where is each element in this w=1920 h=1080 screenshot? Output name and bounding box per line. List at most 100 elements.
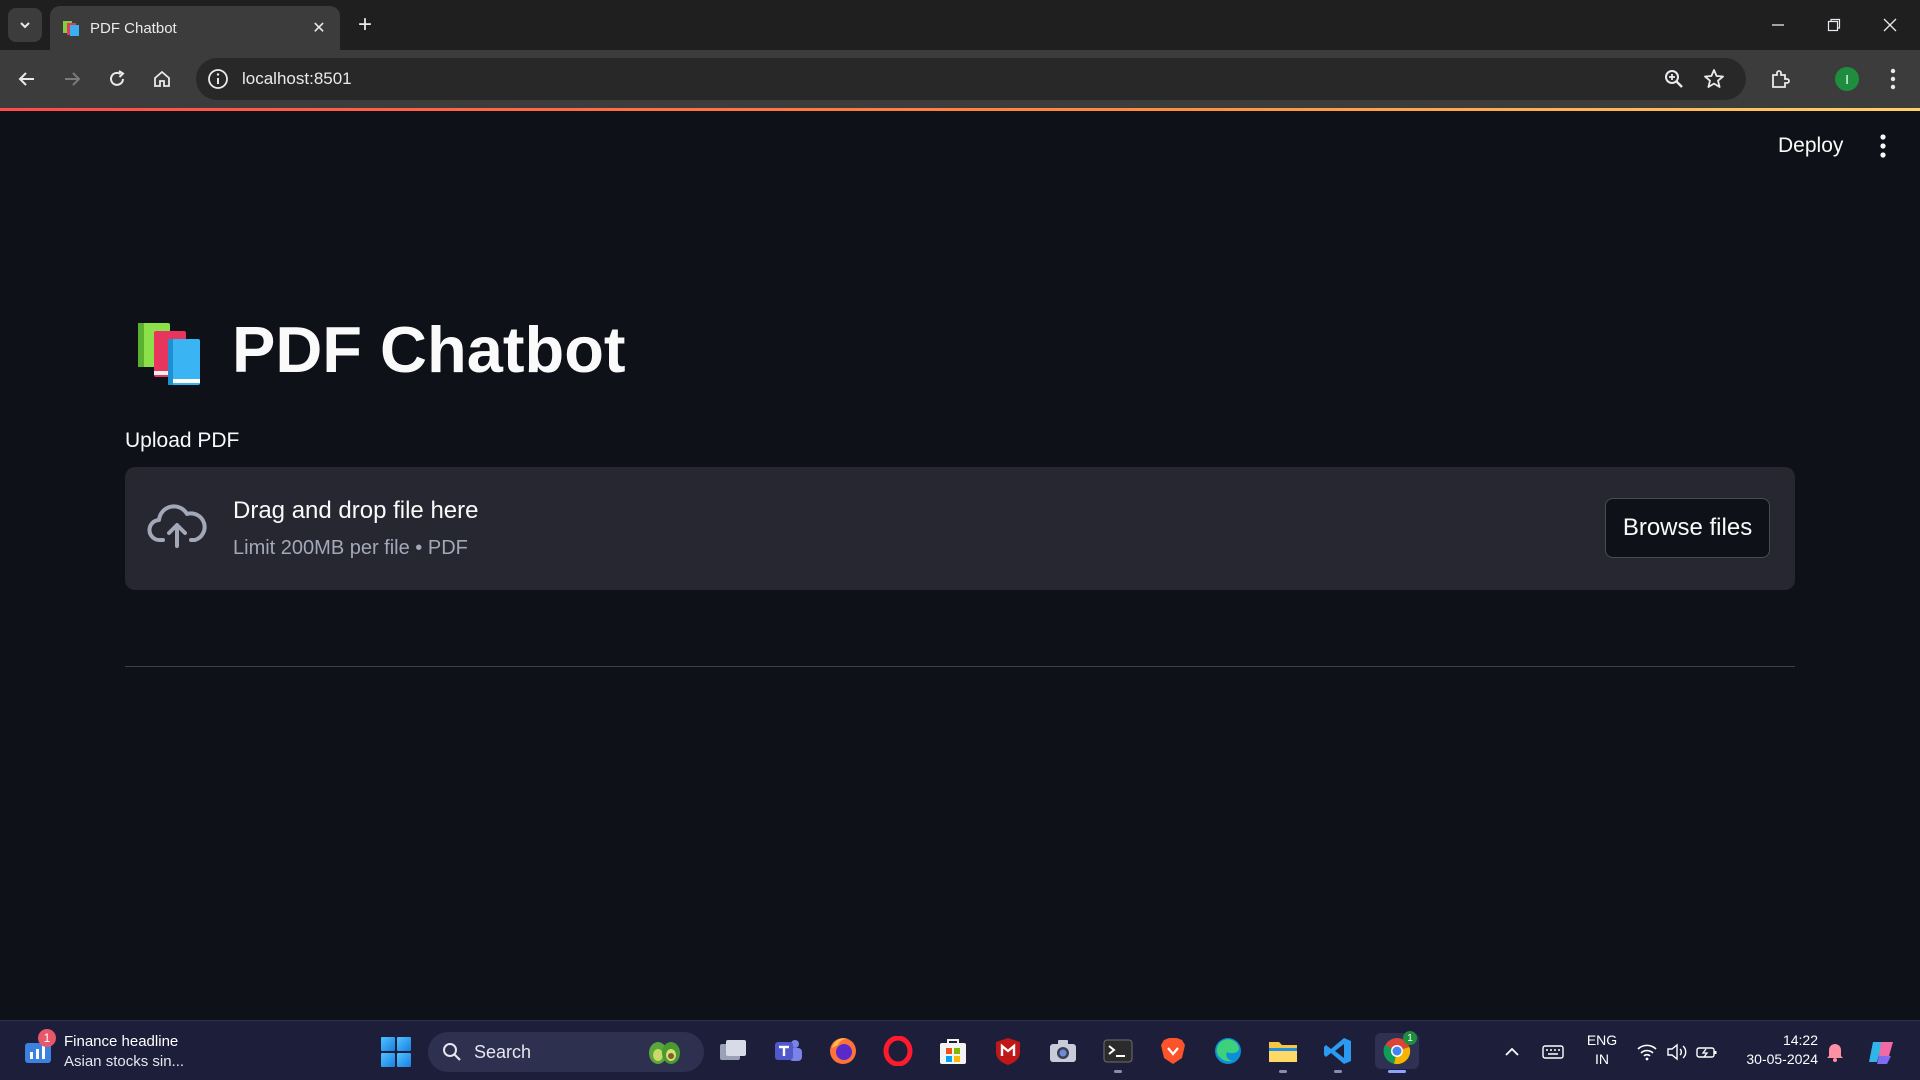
reload-button[interactable] — [99, 61, 135, 97]
teams-icon — [775, 1040, 802, 1061]
active-indicator — [1388, 1070, 1406, 1073]
extensions-button[interactable] — [1767, 65, 1795, 93]
minimize-button[interactable] — [1750, 0, 1806, 50]
wifi-button[interactable] — [1634, 1037, 1660, 1067]
windows-logo-icon — [381, 1037, 395, 1051]
close-tab-icon[interactable]: ✕ — [310, 19, 328, 37]
arrow-left-icon — [18, 72, 34, 86]
browser-toolbar: localhost:8501 I — [0, 50, 1920, 108]
home-icon — [154, 70, 170, 87]
home-button[interactable] — [144, 61, 180, 97]
zoom-icon[interactable] — [1662, 67, 1686, 91]
info-icon[interactable] — [206, 67, 230, 91]
mcafee-shield-icon — [996, 1038, 1020, 1065]
address-bar[interactable]: localhost:8501 — [196, 58, 1746, 100]
file-dropzone[interactable]: Drag and drop file here Limit 200MB per … — [125, 467, 1795, 590]
teams-app[interactable] — [770, 1033, 806, 1069]
restore-button[interactable] — [1806, 0, 1862, 50]
chevron-up-icon — [1505, 1047, 1519, 1056]
news-widget[interactable]: 1 Finance headline Asian stocks sin... — [22, 1029, 202, 1073]
bookmark-star-icon[interactable] — [1702, 67, 1726, 91]
running-indicator — [1334, 1070, 1342, 1073]
minimize-icon — [1772, 24, 1784, 26]
search-icon — [443, 1043, 461, 1061]
dropzone-subtitle: Limit 200MB per file • PDF — [233, 537, 468, 559]
browse-files-button[interactable]: Browse files — [1605, 498, 1770, 558]
bell-icon — [1827, 1044, 1843, 1062]
clock-time: 14:22 — [1782, 1032, 1818, 1048]
browser-tab-active[interactable]: PDF Chatbot ✕ — [50, 6, 340, 50]
brave-app[interactable] — [1155, 1033, 1191, 1069]
show-hidden-icons-button[interactable] — [1500, 1037, 1524, 1067]
opera-app[interactable] — [880, 1033, 916, 1069]
store-icon — [940, 1039, 966, 1064]
task-view-button[interactable] — [715, 1033, 751, 1069]
battery-button[interactable] — [1694, 1037, 1720, 1067]
chrome-app[interactable]: 1 — [1375, 1031, 1419, 1073]
edge-icon — [1215, 1038, 1241, 1064]
running-indicator — [1279, 1070, 1287, 1073]
cloud-upload-icon — [147, 504, 207, 548]
copilot-icon — [1869, 1042, 1893, 1064]
new-tab-button[interactable]: + — [352, 11, 378, 38]
brave-lion-icon — [1161, 1038, 1185, 1064]
upload-label: Upload PDF — [125, 429, 240, 452]
terminal-app[interactable] — [1100, 1033, 1136, 1073]
title-text: PDF Chatbot — [232, 312, 626, 386]
puzzle-icon — [1772, 70, 1790, 88]
copilot-button[interactable] — [1864, 1037, 1900, 1067]
task-view-icon — [720, 1040, 746, 1060]
more-vertical-icon — [1890, 68, 1896, 90]
chrome-badge: 1 — [1403, 1031, 1417, 1045]
speaker-icon — [1667, 1043, 1687, 1061]
vscode-icon — [1324, 1038, 1351, 1064]
file-explorer-app[interactable] — [1265, 1033, 1301, 1073]
profile-button[interactable]: I — [1833, 65, 1861, 93]
reload-icon — [110, 70, 125, 86]
vscode-app[interactable] — [1320, 1033, 1356, 1073]
language-code: ENG — [1586, 1032, 1618, 1048]
camera-app[interactable] — [1045, 1033, 1081, 1069]
back-button[interactable] — [9, 61, 45, 97]
volume-button[interactable] — [1664, 1037, 1690, 1067]
news-subtitle: Asian stocks sin... — [64, 1053, 185, 1070]
mcafee-app[interactable] — [990, 1033, 1026, 1069]
taskbar: 1 Finance headline Asian stocks sin... S… — [0, 1020, 1920, 1080]
chevron-down-icon — [20, 22, 30, 29]
clock[interactable]: 14:22 30-05-2024 — [1734, 1031, 1818, 1069]
close-icon — [1883, 18, 1897, 32]
url-text: localhost:8501 — [242, 69, 352, 88]
edge-app[interactable] — [1210, 1033, 1246, 1069]
wifi-icon — [1637, 1044, 1657, 1061]
folder-icon — [1269, 1042, 1297, 1062]
microsoft-store-app[interactable] — [935, 1033, 971, 1069]
browser-titlebar: PDF Chatbot ✕ + — [0, 0, 1920, 50]
more-vertical-icon — [1880, 134, 1886, 158]
keyboard-button[interactable] — [1538, 1037, 1568, 1067]
books-favicon-icon — [62, 19, 80, 37]
arrow-right-icon — [65, 72, 81, 86]
deploy-button[interactable]: Deploy — [1766, 129, 1855, 163]
start-button[interactable] — [381, 1037, 411, 1067]
avocado-icon — [649, 1042, 680, 1064]
firefox-icon — [830, 1038, 856, 1064]
browser-menu-button[interactable] — [1879, 65, 1907, 93]
app-main: Deploy PDF Chatbot Upload PDF Drag and d… — [0, 111, 1920, 1020]
taskbar-search[interactable]: Search — [428, 1032, 704, 1072]
avatar: I — [1835, 67, 1859, 91]
notifications-button[interactable] — [1824, 1037, 1846, 1067]
restore-icon — [1827, 18, 1841, 32]
tab-search-button[interactable] — [8, 8, 42, 42]
close-window-button[interactable] — [1862, 0, 1918, 50]
dropzone-title: Drag and drop file here — [233, 497, 479, 524]
firefox-app[interactable] — [825, 1033, 861, 1069]
books-icon — [134, 311, 210, 387]
language-indicator[interactable]: ENG IN — [1584, 1031, 1620, 1069]
forward-button[interactable] — [54, 61, 90, 97]
clock-date: 30-05-2024 — [1746, 1051, 1818, 1067]
region-code: IN — [1595, 1051, 1609, 1067]
running-indicator — [1114, 1070, 1122, 1073]
app-menu-button[interactable] — [1868, 131, 1898, 161]
search-placeholder: Search — [474, 1042, 532, 1062]
keyboard-icon — [1542, 1045, 1564, 1059]
